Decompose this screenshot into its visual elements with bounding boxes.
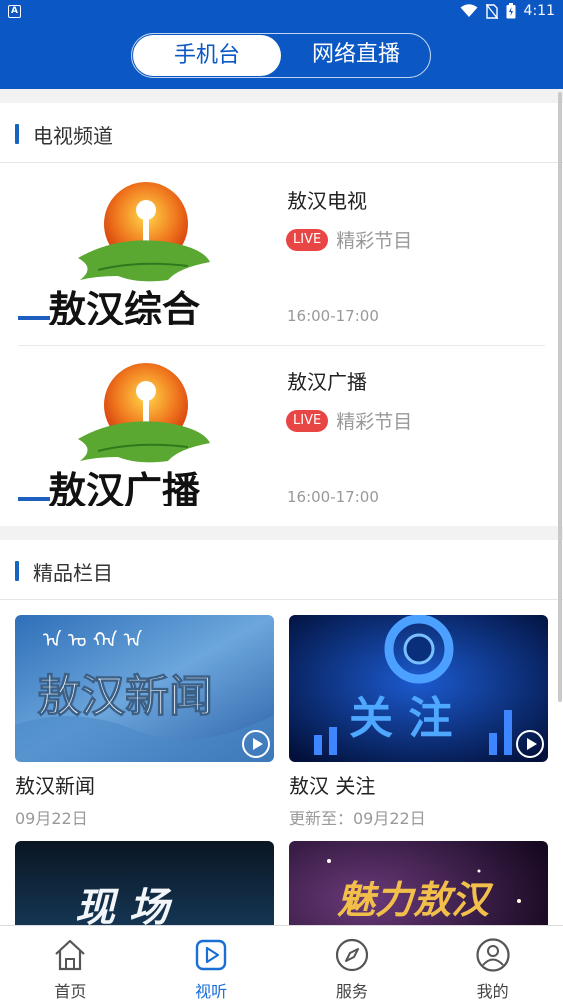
channel-type-switch: 手机台 网络直播 [131, 33, 431, 78]
no-sim-icon [485, 3, 498, 19]
status-icons: 4:11 [460, 3, 555, 19]
section-accent-bar [15, 561, 19, 581]
program-card[interactable]: ᠠ ᠣ ᠬᠠ ᠠ 敖汉新闻 敖汉新闻 09月22日 [15, 615, 274, 829]
thumbnail-title: 敖汉新闻 [37, 671, 213, 722]
program-card[interactable]: 关 注 敖汉 关注 更新至：09月22日 [289, 615, 548, 829]
bottom-nav: 首页 视听 服务 我的 [0, 925, 563, 1002]
scrollbar[interactable] [558, 92, 562, 702]
channel-item[interactable]: 敖汉广播 敖汉广播 LIVE 精彩节目 16:00-17:00 [0, 345, 563, 525]
thumbnail-title: 关 注 [349, 693, 452, 744]
tab-live-stream[interactable]: 网络直播 [282, 34, 430, 76]
channel-logo: 敖汉广播 [18, 361, 248, 506]
program-card[interactable]: 现 场 [15, 841, 274, 925]
live-row: LIVE 精彩节目 [286, 226, 412, 253]
user-icon [476, 938, 510, 972]
program-thumbnail: 关 注 [289, 615, 548, 762]
thumbnail-title: 魅力敖汉 [337, 877, 494, 922]
program-thumbnail: 魅力敖汉 [289, 841, 548, 925]
nav-label: 视听 [195, 982, 228, 1001]
program-date: 09月22日 [15, 809, 88, 828]
channel-logo-text: 敖汉综合 [48, 288, 200, 325]
nav-label: 首页 [54, 982, 87, 1001]
program-name: 敖汉 关注 [289, 774, 376, 798]
nav-media[interactable]: 视听 [141, 926, 282, 1002]
featured-section: 精品栏目 ᠠ ᠣ ᠬᠠ ᠠ 敖汉新闻 敖汉新闻 09月22日 关 注 敖汉 关注… [0, 540, 563, 925]
main-content[interactable]: 电视频道 敖汉综合 敖汉电视 LIVE 精彩节目 16:00-17:00 敖汉广… [0, 89, 563, 925]
program-thumbnail: ᠠ ᠣ ᠬᠠ ᠠ 敖汉新闻 [15, 615, 274, 762]
home-icon [55, 939, 86, 971]
status-time: 4:11 [523, 3, 555, 19]
wifi-icon [460, 4, 478, 17]
tv-channels-section: 电视频道 敖汉综合 敖汉电视 LIVE 精彩节目 16:00-17:00 敖汉广… [0, 103, 563, 526]
channel-name: 敖汉广播 [287, 370, 367, 394]
svg-text:ᠠ ᠣ ᠬᠠ ᠠ: ᠠ ᠣ ᠬᠠ ᠠ [43, 628, 143, 652]
section-title: 电视频道 [33, 124, 113, 148]
section-header: 电视频道 [0, 103, 563, 163]
nav-home[interactable]: 首页 [0, 926, 141, 1002]
program-name: 精彩节目 [336, 230, 413, 252]
program-card[interactable]: 魅力敖汉 [289, 841, 548, 925]
play-icon[interactable] [516, 730, 544, 758]
battery-icon [506, 3, 516, 19]
play-icon [195, 939, 227, 971]
section-title: 精品栏目 [33, 561, 113, 585]
live-row: LIVE 精彩节目 [286, 407, 412, 434]
live-badge: LIVE [286, 228, 329, 251]
nav-service[interactable]: 服务 [282, 926, 423, 1002]
channel-logo: 敖汉综合 [18, 180, 248, 325]
tab-mobile-station[interactable]: 手机台 [133, 35, 281, 76]
channel-name: 敖汉电视 [287, 189, 367, 213]
play-icon[interactable] [242, 730, 270, 758]
notification-app-icon: A [8, 5, 21, 18]
live-badge: LIVE [286, 409, 329, 432]
nav-mine[interactable]: 我的 [422, 926, 563, 1002]
program-name: 敖汉新闻 [15, 774, 95, 798]
channel-item[interactable]: 敖汉综合 敖汉电视 LIVE 精彩节目 16:00-17:00 [0, 164, 563, 344]
channel-logo-text: 敖汉广播 [48, 469, 201, 506]
compass-icon [335, 938, 368, 972]
program-name: 精彩节目 [336, 411, 413, 433]
section-accent-bar [15, 124, 19, 144]
thumbnail-title: 现 场 [75, 885, 173, 925]
program-date: 更新至：09月22日 [289, 809, 426, 828]
status-bar: A 4:11 [0, 0, 563, 24]
program-time: 16:00-17:00 [287, 488, 379, 506]
program-thumbnail: 现 场 [15, 841, 274, 925]
app-header: A 4:11 手机台 网络直播 [0, 0, 563, 89]
nav-label: 我的 [476, 982, 509, 1001]
program-time: 16:00-17:00 [287, 307, 379, 325]
nav-label: 服务 [335, 982, 368, 1001]
section-header: 精品栏目 [0, 540, 563, 600]
